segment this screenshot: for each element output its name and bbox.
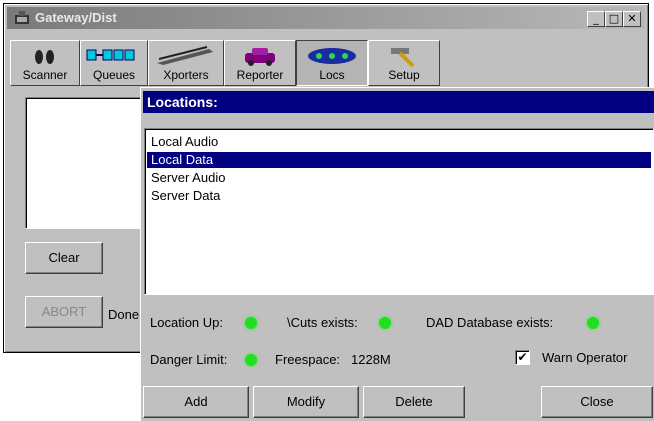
locations-list[interactable]: Local Audio Local Data Server Audio Serv… bbox=[144, 128, 654, 295]
hammer-icon bbox=[391, 48, 415, 67]
add-button[interactable]: Add bbox=[143, 386, 249, 418]
dialog-title: Locations: bbox=[143, 91, 654, 113]
clear-button[interactable]: Clear bbox=[25, 242, 103, 274]
toolbar-scanner-button[interactable]: Scanner bbox=[10, 40, 80, 86]
location-item-selected[interactable]: Local Data bbox=[147, 152, 651, 168]
cuts-exists-indicator bbox=[379, 317, 391, 329]
title-bar[interactable]: Gateway/Dist _ □ ✕ bbox=[7, 7, 645, 29]
location-item[interactable]: Server Data bbox=[147, 188, 651, 204]
location-item[interactable]: Server Audio bbox=[147, 170, 651, 186]
toolbar-xporters-button[interactable]: Xporters bbox=[148, 40, 224, 86]
close-button[interactable]: Close bbox=[541, 386, 653, 418]
binoculars-icon bbox=[35, 50, 54, 64]
danger-limit-indicator bbox=[245, 354, 257, 366]
locations-icon bbox=[308, 48, 356, 64]
window-title: Gateway/Dist bbox=[35, 10, 117, 25]
dad-database-exists-label: DAD Database exists: bbox=[426, 315, 554, 330]
danger-limit-label: Danger Limit: bbox=[150, 352, 228, 367]
toolbar-label: Locs bbox=[319, 68, 345, 82]
toolbar-setup-button[interactable]: Setup bbox=[368, 40, 440, 86]
toolbar-locs-button[interactable]: Locs bbox=[296, 40, 368, 86]
delete-button[interactable]: Delete bbox=[363, 386, 465, 418]
queue-icon bbox=[86, 49, 135, 61]
location-up-indicator bbox=[245, 317, 257, 329]
transporter-icon bbox=[157, 46, 213, 65]
toolbar-label: Xporters bbox=[163, 68, 209, 82]
warn-operator-label: Warn Operator bbox=[542, 350, 628, 365]
maximize-button[interactable]: □ bbox=[605, 11, 623, 27]
toolbar-label: Setup bbox=[388, 68, 420, 82]
toolbar: Scanner Queues Xporters Reporter Locs Se… bbox=[10, 40, 450, 86]
freespace-value: 1228M bbox=[351, 352, 391, 367]
scanner-log-list[interactable] bbox=[25, 97, 143, 229]
abort-button[interactable]: ABORT bbox=[25, 296, 103, 328]
warn-operator-checkbox[interactable]: ✔ bbox=[515, 350, 530, 365]
location-up-label: Location Up: bbox=[150, 315, 223, 330]
freespace-label: Freespace: bbox=[275, 352, 341, 367]
close-window-button[interactable]: ✕ bbox=[623, 11, 641, 27]
location-item[interactable]: Local Audio bbox=[147, 134, 651, 150]
minimize-button[interactable]: _ bbox=[587, 11, 605, 27]
toolbar-reporter-button[interactable]: Reporter bbox=[224, 40, 296, 86]
locations-dialog: Locations: Local Audio Local Data Server… bbox=[140, 87, 654, 421]
dad-database-indicator bbox=[587, 317, 599, 329]
app-icon bbox=[15, 11, 29, 24]
toolbar-label: Queues bbox=[92, 68, 136, 82]
toolbar-queues-button[interactable]: Queues bbox=[80, 40, 148, 86]
status-text: Done bbox=[108, 307, 140, 322]
cuts-exists-label: \Cuts exists: bbox=[287, 315, 358, 330]
toolbar-label: Scanner bbox=[22, 68, 68, 82]
modify-button[interactable]: Modify bbox=[253, 386, 359, 418]
toolbar-label: Reporter bbox=[236, 68, 284, 82]
reporter-icon bbox=[245, 48, 275, 66]
